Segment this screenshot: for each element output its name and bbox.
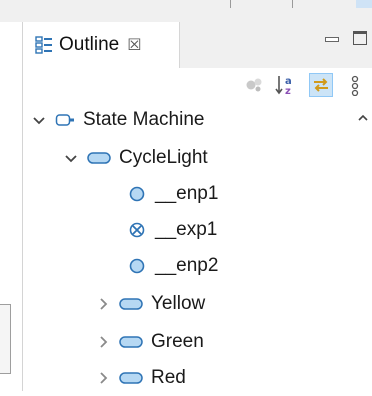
tree-node-label: __exp1: [155, 219, 218, 240]
entry-point-icon: [129, 258, 145, 274]
adjacent-panel-edge: [0, 22, 23, 391]
state-icon: [87, 152, 111, 164]
scroll-up-icon[interactable]: [357, 112, 369, 124]
exit-point-icon: [129, 222, 145, 238]
tree-node-label: CycleLight: [119, 147, 208, 168]
maximize-button[interactable]: [353, 31, 367, 45]
toolbar-highlight: [356, 0, 372, 8]
sort-az-icon: a z: [275, 76, 292, 96]
chevron-down-icon[interactable]: [63, 150, 79, 166]
state-icon: [119, 298, 143, 310]
link-sync-icon: [314, 78, 328, 92]
tree-node-exit-point[interactable]: __exp1: [127, 212, 217, 248]
tree-node-state-yellow[interactable]: Yellow: [95, 286, 205, 322]
tree-node-label: State Machine: [83, 109, 205, 130]
view-menu-button[interactable]: [343, 73, 367, 97]
view-tab-bar: Outline ☒: [23, 22, 372, 68]
tree-node-label: __enp1: [155, 183, 219, 204]
tree-node-cyclelight[interactable]: CycleLight: [63, 140, 208, 176]
minimize-button[interactable]: [323, 30, 339, 46]
outline-icon: [35, 36, 52, 54]
more-icon: [351, 75, 359, 96]
close-icon[interactable]: ☒: [127, 35, 141, 55]
sort-button[interactable]: a z: [274, 73, 298, 97]
tree-node-label: Green: [151, 331, 204, 352]
separator: [230, 0, 231, 8]
tree-node-entry-point[interactable]: __enp2: [127, 248, 218, 284]
chevron-right-icon[interactable]: [95, 334, 111, 350]
tree-node-label: Yellow: [151, 293, 206, 314]
chevron-right-icon[interactable]: [95, 370, 111, 386]
tab-outline[interactable]: Outline ☒: [23, 22, 180, 68]
filter-icon: [246, 78, 262, 92]
view-toolbar: a z: [23, 68, 372, 102]
top-toolbar-strip: [0, 0, 372, 22]
chevron-right-icon[interactable]: [95, 296, 111, 312]
tree-node-entry-point[interactable]: __enp1: [127, 176, 218, 212]
chevron-down-icon[interactable]: [31, 112, 47, 128]
tree-node-state-machine[interactable]: State Machine: [31, 102, 204, 138]
tab-title: Outline: [59, 34, 120, 55]
tree-node-label: __enp2: [155, 255, 219, 276]
separator: [292, 0, 293, 8]
tree-node-state-green[interactable]: Green: [95, 324, 204, 360]
hide-fields-button[interactable]: [243, 73, 267, 97]
adjacent-panel-widget: [0, 304, 11, 374]
state-icon: [119, 336, 143, 348]
statechart-icon: [55, 114, 74, 126]
outline-tree: State Machine CycleLight __enp1 __exp1 _…: [23, 102, 372, 391]
link-with-editor-button[interactable]: [309, 73, 333, 97]
tree-node-label: Red: [151, 367, 186, 388]
svg-text:z: z: [285, 86, 291, 96]
entry-point-icon: [129, 186, 145, 202]
state-icon: [119, 372, 143, 384]
